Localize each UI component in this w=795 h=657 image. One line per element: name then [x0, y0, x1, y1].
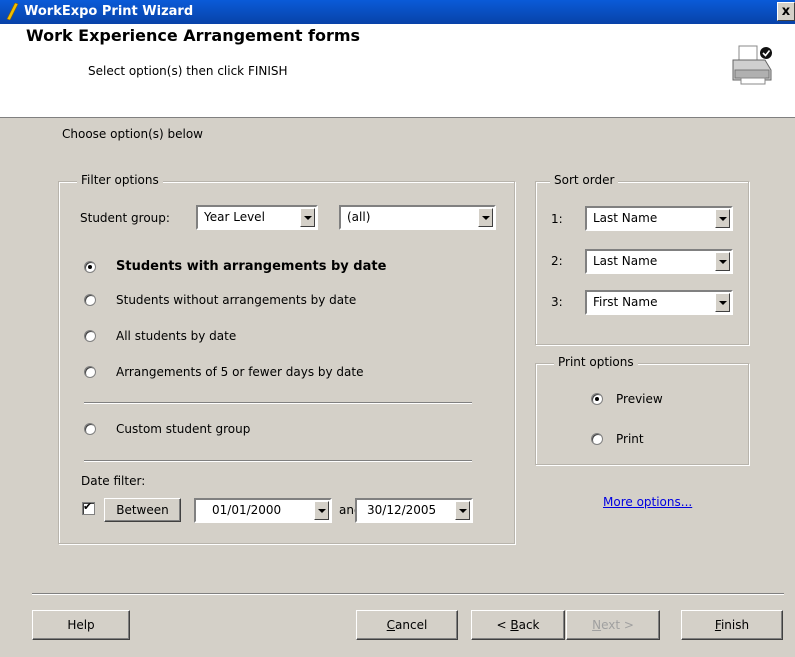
close-button[interactable]: x: [777, 2, 795, 21]
group-type-select[interactable]: Year Level: [196, 205, 318, 230]
sort-number: 3:: [551, 295, 563, 309]
back-prefix: <: [496, 618, 511, 632]
student-group-label: Student group:: [80, 211, 170, 225]
cancel-suffix: ancel: [395, 618, 428, 632]
chevron-down-icon[interactable]: [455, 501, 470, 520]
chevron-down-icon[interactable]: [715, 252, 730, 271]
footer-separator: [32, 593, 784, 595]
cancel-button[interactable]: Cancel: [356, 610, 458, 640]
more-options-link[interactable]: More options...: [603, 495, 692, 509]
print-label[interactable]: Print: [616, 432, 644, 446]
chevron-down-icon[interactable]: [478, 208, 493, 227]
print-options-group: [535, 363, 749, 465]
sort-2-value: Last Name: [593, 254, 658, 268]
sort-order-legend: Sort order: [550, 173, 619, 187]
chevron-down-icon[interactable]: [715, 293, 730, 312]
next-accel: N: [592, 618, 602, 632]
finish-suffix: inish: [720, 618, 750, 632]
finish-button[interactable]: Finish: [681, 610, 783, 640]
filter-options-group: [58, 181, 515, 544]
between-button[interactable]: Between: [104, 498, 181, 522]
radio-print[interactable]: [591, 433, 603, 445]
sort-number: 1:: [551, 212, 563, 226]
date-filter-checkbox[interactable]: [82, 500, 95, 515]
date-to-picker[interactable]: 30/12/2005: [355, 498, 473, 523]
printer-icon: [732, 45, 772, 85]
group-value-value: (all): [347, 210, 371, 224]
radio-students-without-arrangements[interactable]: [84, 294, 96, 306]
sort-3-value: First Name: [593, 295, 658, 309]
next-button: Next >: [566, 610, 660, 640]
sort-3-select[interactable]: First Name: [585, 290, 733, 315]
separator: [84, 402, 472, 404]
filter-options-legend: Filter options: [77, 173, 163, 187]
window-title: WorkExpo Print Wizard: [24, 4, 194, 19]
cancel-accel: C: [386, 618, 396, 632]
preview-label[interactable]: Preview: [616, 392, 663, 406]
group-type-value: Year Level: [204, 210, 265, 224]
print-options-legend: Print options: [554, 355, 638, 369]
page-title: Work Experience Arrangement forms: [26, 26, 361, 45]
chevron-down-icon[interactable]: [715, 209, 730, 228]
help-button[interactable]: Help: [32, 610, 130, 640]
page-subtitle: Select option(s) then click FINISH: [88, 64, 288, 78]
radio-students-with-arrangements[interactable]: [84, 261, 96, 273]
radio-custom-student-group[interactable]: [84, 423, 96, 435]
next-suffix: ext >: [601, 618, 634, 632]
title-bar[interactable]: WorkExpo Print Wizard x: [0, 0, 795, 24]
sort-1-select[interactable]: Last Name: [585, 206, 733, 231]
radio-all-students[interactable]: [84, 330, 96, 342]
option-label[interactable]: Custom student group: [116, 422, 250, 436]
instruction-text: Choose option(s) below: [62, 127, 203, 141]
separator: [84, 460, 472, 462]
date-from-value: 01/01/2000: [212, 503, 282, 517]
radio-short-arrangements[interactable]: [84, 366, 96, 378]
date-filter-label: Date filter:: [81, 474, 146, 488]
chevron-down-icon[interactable]: [314, 501, 329, 520]
sort-2-select[interactable]: Last Name: [585, 249, 733, 274]
sort-1-value: Last Name: [593, 211, 658, 225]
back-button[interactable]: < Back: [471, 610, 565, 640]
sort-number: 2:: [551, 254, 563, 268]
chevron-down-icon[interactable]: [300, 208, 315, 227]
option-label[interactable]: Students with arrangements by date: [116, 259, 386, 274]
option-label[interactable]: All students by date: [116, 329, 236, 343]
back-accel: B: [510, 618, 519, 632]
date-to-value: 30/12/2005: [367, 503, 437, 517]
option-label[interactable]: Students without arrangements by date: [116, 293, 356, 307]
back-suffix: ack: [518, 618, 540, 632]
radio-preview[interactable]: [591, 393, 603, 405]
group-value-select[interactable]: (all): [339, 205, 496, 230]
app-icon: [6, 3, 18, 20]
date-from-picker[interactable]: 01/01/2000: [194, 498, 332, 523]
option-label[interactable]: Arrangements of 5 or fewer days by date: [116, 365, 363, 379]
